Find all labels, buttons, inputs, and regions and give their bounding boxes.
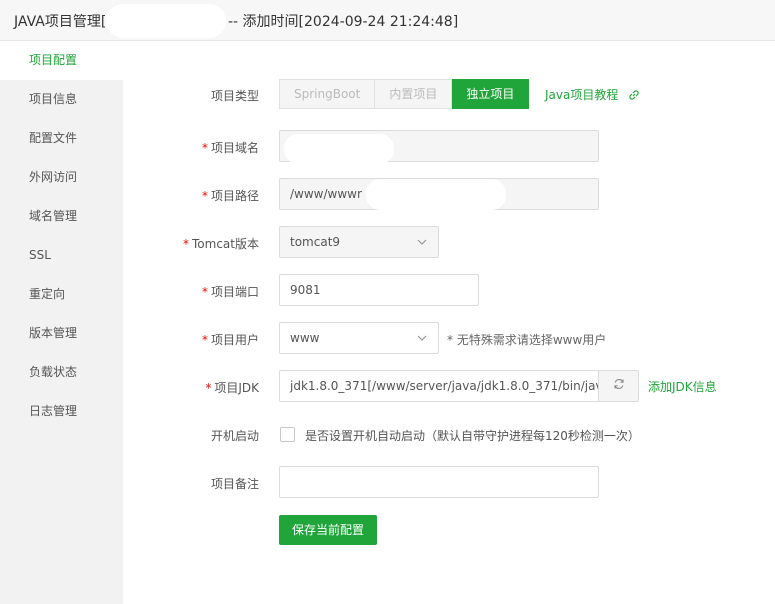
- sidebar-item-log-management[interactable]: 日志管理: [0, 392, 123, 431]
- project-type-selector: SpringBoot 内置项目 独立项目: [279, 79, 530, 109]
- jdk-input[interactable]: jdk1.8.0_371[/www/server/java/jdk1.8.0_3…: [279, 370, 599, 402]
- save-config-button[interactable]: 保存当前配置: [279, 515, 377, 545]
- jdk-label: * 项目JDK: [205, 381, 259, 395]
- user-hint: * 无特殊需求请选择www用户: [447, 333, 607, 347]
- window-titlebar: JAVA项目管理[ -- 添加时间[2024-09-24 21:24:48]: [0, 0, 775, 41]
- refresh-icon: [613, 378, 625, 393]
- chevron-down-icon: [416, 323, 428, 353]
- refresh-jdk-button[interactable]: [598, 370, 639, 402]
- java-tutorial-link-text: Java项目教程: [545, 88, 619, 102]
- tomcat-select-value: tomcat9: [290, 235, 341, 249]
- port-input[interactable]: 9081: [279, 274, 479, 306]
- user-select-value: www: [290, 331, 320, 345]
- remark-input[interactable]: [279, 466, 599, 498]
- project-type-springboot-button[interactable]: SpringBoot: [279, 79, 376, 109]
- project-type-standalone-button[interactable]: 独立项目: [452, 79, 530, 109]
- redacted-domain: [284, 134, 394, 164]
- path-label: * 项目路径: [201, 189, 259, 203]
- window-title-suffix: -- 添加时间[2024-09-24 21:24:48]: [228, 14, 459, 30]
- autostart-checkbox-label: 是否设置开机自动启动（默认自带守护进程每120秒检测一次）: [305, 429, 640, 443]
- redacted-project-name: [106, 4, 226, 38]
- java-tutorial-link[interactable]: Java项目教程: [545, 86, 640, 104]
- window-title-prefix: JAVA项目管理[: [14, 14, 107, 30]
- user-select[interactable]: www: [279, 322, 439, 354]
- port-label: * 项目端口: [201, 285, 259, 299]
- sidebar: 项目配置 项目信息 配置文件 外网访问 域名管理 SSL 重定向 版本管理 负载…: [0, 41, 123, 604]
- user-label: * 项目用户: [201, 333, 259, 347]
- chevron-down-icon: [416, 227, 428, 257]
- autostart-label: 开机启动: [210, 429, 259, 443]
- remark-label: 项目备注: [210, 477, 259, 491]
- project-type-builtin-button[interactable]: 内置项目: [375, 79, 453, 109]
- tomcat-select[interactable]: tomcat9: [279, 226, 439, 258]
- redacted-path: [366, 179, 506, 210]
- add-jdk-link[interactable]: 添加JDK信息: [648, 378, 717, 395]
- external-link-icon: [628, 89, 640, 104]
- autostart-checkbox[interactable]: [280, 427, 295, 442]
- tomcat-label: * Tomcat版本: [183, 237, 259, 251]
- project-type-label: 项目类型: [210, 89, 259, 103]
- domain-label: * 项目域名: [201, 141, 259, 155]
- sidebar-item-project-config[interactable]: 项目配置: [0, 41, 123, 80]
